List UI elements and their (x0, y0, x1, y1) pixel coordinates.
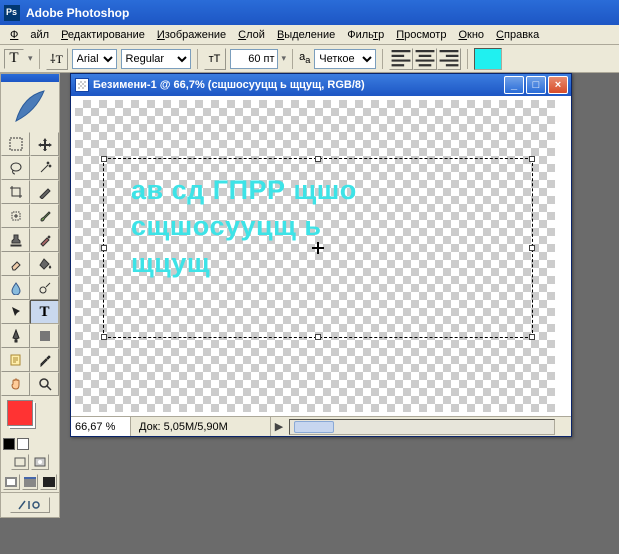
menu-help[interactable]: Справка (490, 27, 545, 43)
swap-colors-icon[interactable] (17, 438, 29, 450)
options-bar: T ▾ ⸸T Arial Regular тT ▾ aa Четкое (0, 45, 619, 73)
menu-window[interactable]: Окно (452, 27, 490, 43)
menu-file[interactable]: ФФайлайл (4, 27, 55, 43)
font-style-select[interactable]: Regular (121, 49, 191, 69)
size-dropdown-icon[interactable]: ▾ (282, 53, 287, 64)
eyedropper-tool[interactable] (30, 348, 59, 372)
minimize-button[interactable]: _ (504, 76, 524, 94)
scrollbar-thumb[interactable] (294, 421, 334, 433)
lasso-tool[interactable] (1, 156, 30, 180)
menu-layer[interactable]: Слой (232, 27, 271, 43)
toolbox: T (0, 73, 60, 518)
move-tool[interactable] (30, 132, 59, 156)
handle-sw[interactable] (101, 334, 107, 340)
app-titlebar: Adobe Photoshop (0, 0, 619, 25)
photoshop-logo-icon (1, 82, 59, 132)
font-size-input[interactable] (230, 49, 278, 69)
handle-s[interactable] (315, 334, 321, 340)
statusbar-menu-icon[interactable]: ▶ (271, 420, 287, 433)
blur-tool[interactable] (1, 276, 30, 300)
heal-tool[interactable] (1, 204, 30, 228)
wand-tool[interactable] (30, 156, 59, 180)
screen-full-button[interactable] (40, 474, 57, 490)
crop-tool[interactable] (1, 180, 30, 204)
app-icon (4, 5, 20, 21)
screen-standard-button[interactable] (3, 474, 20, 490)
brush-tool[interactable] (30, 204, 59, 228)
align-left-button[interactable] (389, 48, 413, 70)
history-brush-tool[interactable] (30, 228, 59, 252)
dodge-tool[interactable] (30, 276, 59, 300)
dropdown-arrow-icon[interactable]: ▾ (28, 53, 33, 64)
pen-tool[interactable] (1, 324, 30, 348)
zoom-field[interactable]: 66,67 % (71, 417, 131, 436)
handle-se[interactable] (529, 334, 535, 340)
menu-image[interactable]: Изображение (151, 27, 232, 43)
marquee-tool[interactable] (1, 132, 30, 156)
text-layer-content[interactable]: ав сд ГПРР щшо сщшосууцщ ь щцущ (131, 172, 357, 281)
default-colors-icon[interactable] (3, 438, 15, 450)
handle-nw[interactable] (101, 156, 107, 162)
doc-info[interactable]: Док: 5,05M/5,90M (131, 417, 271, 436)
document-window: Безимени-1 @ 66,7% (сщшосууцщ ь щцущ, RG… (70, 73, 572, 437)
close-button[interactable]: × (548, 76, 568, 94)
foreground-color-swatch[interactable] (7, 400, 33, 426)
document-icon (75, 78, 89, 92)
path-select-tool[interactable] (1, 300, 30, 324)
standard-mode-button[interactable] (11, 454, 29, 470)
eraser-tool[interactable] (1, 252, 30, 276)
app-title: Adobe Photoshop (26, 6, 129, 20)
handle-e[interactable] (529, 245, 535, 251)
bucket-tool[interactable] (30, 252, 59, 276)
handle-ne[interactable] (529, 156, 535, 162)
imageready-button[interactable] (10, 497, 50, 513)
stamp-tool[interactable] (1, 228, 30, 252)
slice-tool[interactable] (30, 180, 59, 204)
horizontal-scrollbar[interactable] (289, 419, 555, 435)
aa-label: aa (299, 51, 310, 65)
align-right-button[interactable] (437, 48, 461, 70)
maximize-button[interactable]: □ (526, 76, 546, 94)
type-tool[interactable]: T (30, 300, 59, 324)
font-family-select[interactable]: Arial (72, 49, 117, 69)
document-title: Безимени-1 @ 66,7% (сщшосууцщ ь щцущ, RG… (93, 79, 365, 91)
canvas[interactable]: ав сд ГПРР щшо сщшосууцщ ь щцущ (71, 96, 571, 416)
text-orientation-button[interactable]: ⸸T (46, 48, 68, 70)
type-tool-preset[interactable]: T (4, 49, 24, 69)
handle-n[interactable] (315, 156, 321, 162)
text-color-swatch[interactable] (474, 48, 502, 70)
notes-tool[interactable] (1, 348, 30, 372)
screen-full-menus-button[interactable] (22, 474, 39, 490)
quickmask-mode-button[interactable] (31, 454, 49, 470)
document-statusbar: 66,67 % Док: 5,05M/5,90M ▶ (71, 416, 571, 436)
hand-tool[interactable] (1, 372, 30, 396)
menu-bar: ФФайлайл Редактирование Изображение Слой… (0, 25, 619, 45)
workspace: T Безимени-1 @ (0, 73, 619, 554)
zoom-tool[interactable] (30, 372, 59, 396)
handle-w[interactable] (101, 245, 107, 251)
menu-filter[interactable]: Фильтр (341, 27, 390, 43)
document-titlebar[interactable]: Безимени-1 @ 66,7% (сщшосууцщ ь щцущ, RG… (71, 74, 571, 96)
menu-select[interactable]: Выделение (271, 27, 341, 43)
toolbox-header[interactable] (1, 74, 59, 82)
font-size-icon: тT (204, 48, 226, 70)
align-center-button[interactable] (413, 48, 437, 70)
shape-tool[interactable] (30, 324, 59, 348)
menu-view[interactable]: Просмотр (390, 27, 452, 43)
menu-edit[interactable]: Редактирование (55, 27, 151, 43)
antialias-select[interactable]: Четкое (314, 49, 376, 69)
